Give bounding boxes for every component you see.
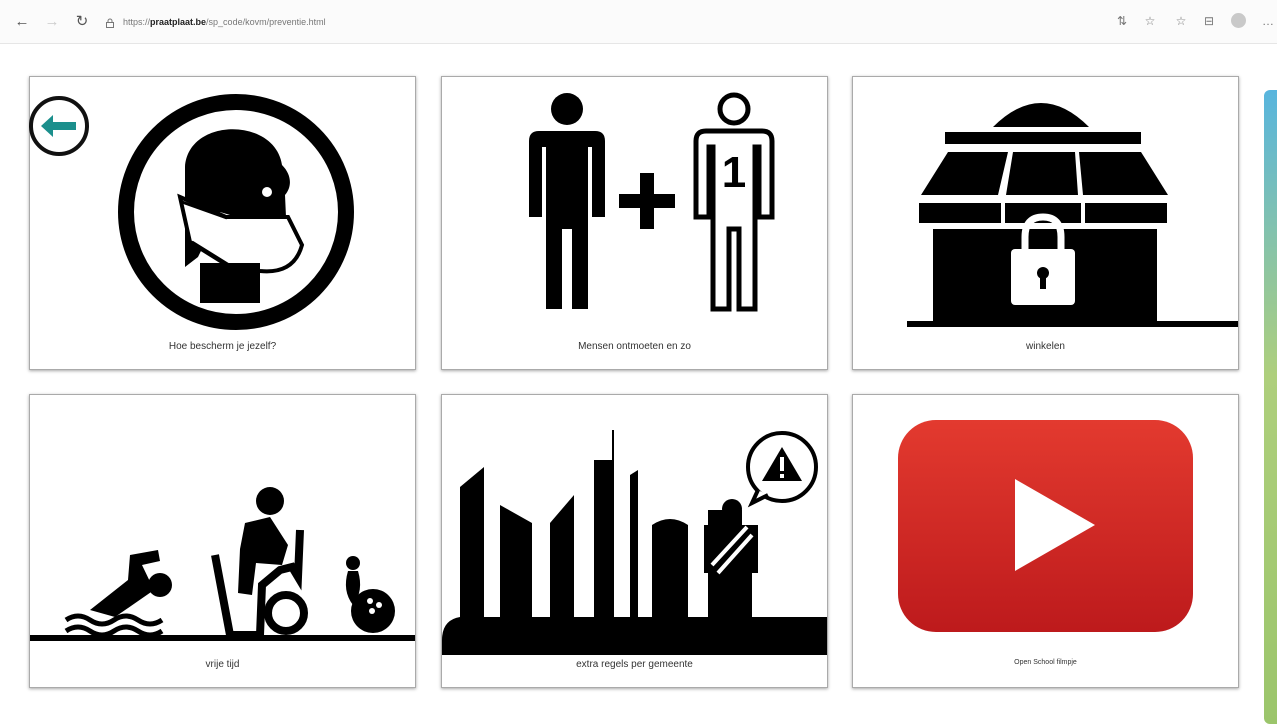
face-mask-icon	[118, 94, 354, 330]
url-host: praatplaat.be	[150, 17, 207, 27]
card-leisure[interactable]: vrije tijd	[29, 394, 416, 688]
browser-toolbar: ← → ↻ https://praatplaat.be/sp_code/kovm…	[0, 0, 1277, 44]
card-open-school-video[interactable]: Open School filmpje	[852, 394, 1239, 688]
back-button[interactable]	[29, 96, 89, 156]
city-warning-icon	[442, 430, 827, 655]
svg-text:1: 1	[722, 148, 746, 197]
favorite-star-icon[interactable]: ☆	[1141, 12, 1159, 30]
more-menu-icon[interactable]: …	[1259, 12, 1277, 30]
card-shopping[interactable]: winkelen	[852, 76, 1239, 370]
lock-icon	[106, 18, 114, 28]
collections-icon[interactable]: ⊟	[1200, 12, 1218, 30]
side-panel-strip	[1264, 90, 1277, 724]
card-label: Hoe bescherm je jezelf?	[168, 341, 277, 352]
card-label: winkelen	[1026, 341, 1065, 352]
profile-avatar-icon[interactable]	[1231, 13, 1246, 28]
card-label: vrije tijd	[205, 659, 240, 670]
back-arrow-icon	[41, 115, 76, 137]
address-bar[interactable]: https://praatplaat.be/sp_code/kovm/preve…	[105, 10, 1105, 34]
reader-view-icon[interactable]: ⇅	[1113, 12, 1131, 30]
card-label: Open School filmpje	[1014, 659, 1077, 666]
card-municipal-rules[interactable]: extra regels per gemeente	[441, 394, 828, 688]
back-nav-icon[interactable]: ←	[12, 12, 32, 32]
person-plus-one-icon: 1	[529, 92, 775, 312]
card-label: extra regels per gemeente	[576, 659, 693, 670]
card-label: Mensen ontmoeten en zo	[578, 341, 691, 352]
page-content: Hoe bescherm je jezelf? 1 Mensen ontmoet…	[0, 45, 1277, 724]
closed-shop-icon	[907, 103, 1238, 327]
reload-icon[interactable]: ↻	[72, 12, 92, 32]
forward-nav-icon[interactable]: →	[42, 12, 62, 32]
card-meeting-people[interactable]: 1 Mensen ontmoeten en zo	[441, 76, 828, 370]
favorites-list-icon[interactable]: ☆	[1172, 12, 1190, 30]
youtube-play-icon	[898, 420, 1193, 632]
url-prefix: https://	[123, 17, 151, 27]
leisure-icon	[30, 487, 415, 641]
url-path: /sp_code/kovm/preventie.html	[206, 17, 326, 27]
